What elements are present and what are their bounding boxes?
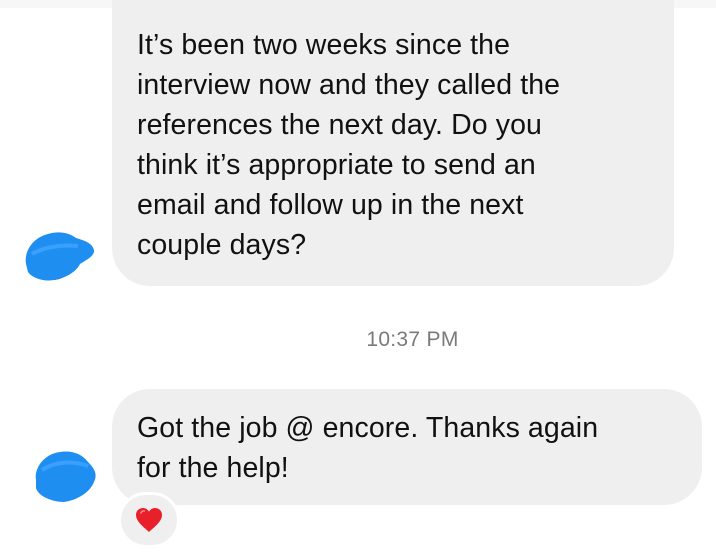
message-text-line: couple days?	[137, 229, 307, 261]
timestamp: 10:37 PM	[366, 328, 459, 351]
avatar[interactable]	[22, 224, 96, 286]
message-text-line: references the next day. Do you	[137, 109, 542, 141]
message-text-line: think it’s appropriate to send an	[137, 149, 536, 181]
message-text-line: interview now and they called the	[137, 69, 561, 101]
message-thread: It’s been two weeks since the interview …	[0, 0, 716, 554]
redacted-avatar-icon	[25, 232, 95, 281]
message-bubble[interactable]: It’s been two weeks since the interview …	[112, 0, 674, 286]
message-text-line: It’s been two weeks since the	[137, 29, 511, 61]
heart-icon	[136, 508, 162, 532]
reaction-badge[interactable]	[118, 492, 180, 548]
message-text-line: email and follow up in the next	[137, 189, 524, 221]
message-text-line: for the help!	[137, 452, 289, 484]
avatar[interactable]	[30, 444, 104, 506]
message-text-line: Got the job @ encore. Thanks again	[137, 412, 599, 444]
redacted-avatar-icon	[35, 451, 96, 502]
message-bubble[interactable]: Got the job @ encore. Thanks again for t…	[112, 389, 702, 505]
